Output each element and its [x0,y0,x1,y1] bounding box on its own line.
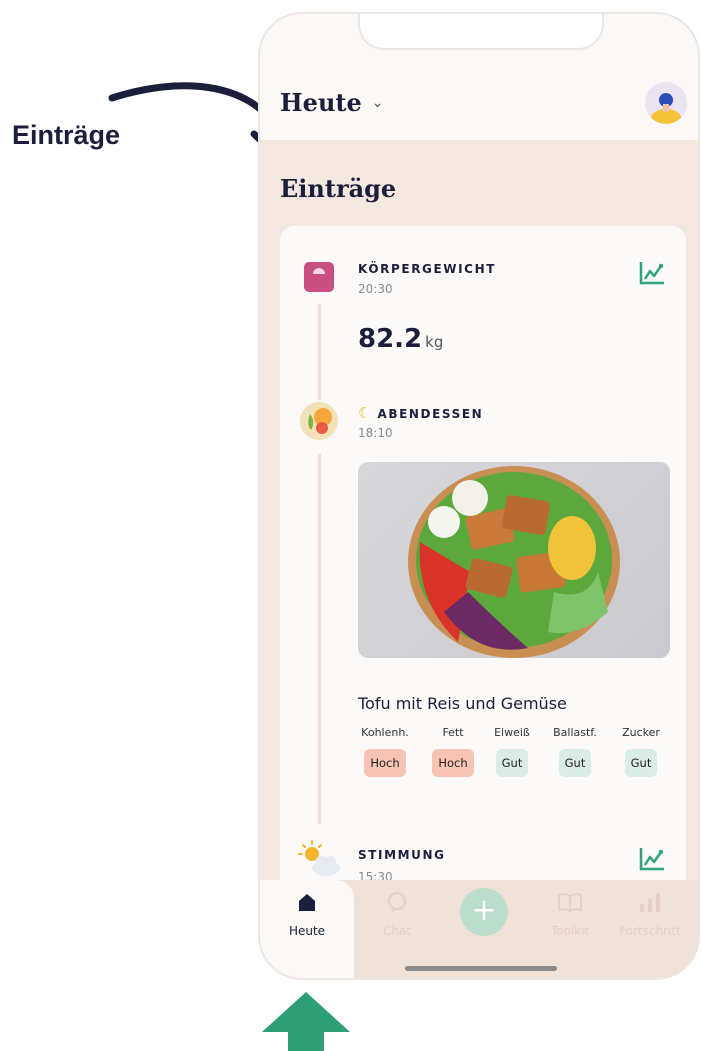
dinner-label-text: ABENDESSEN [377,407,484,421]
trend-chart-icon[interactable] [638,260,666,286]
header-title: Heute [280,88,362,117]
timeline-line [318,454,321,824]
home-indicator[interactable] [405,966,557,971]
bar-chart-icon [640,893,660,912]
book-icon [558,893,582,913]
phone-frame: Heute ⌄ Einträge KÖRPERGEWICHT 20:30 82.… [258,12,700,980]
nutrient-label: Kohlenh. [361,726,409,739]
nav-label: Heute [288,924,326,938]
nutrient-rating-badge: Gut [495,749,529,777]
section-title: Einträge [280,174,397,203]
arrow-up-icon [262,992,350,1051]
home-icon [299,894,315,911]
nav-item-chat[interactable]: Chat [357,890,437,938]
nutrient-label: Zucker [622,726,660,739]
sun-cloud-icon [298,840,340,876]
nutrient-label: Ballastf. [553,726,597,739]
nutrient-label: Eiweiß [494,726,530,739]
entry-time-weight: 20:30 [358,282,393,296]
entry-label-mood: STIMMUNG [358,848,446,862]
nav-item-toolkit[interactable]: Toolkit [530,890,610,938]
weight-number: 82.2 [358,324,423,354]
nav-label: Chat [382,924,412,938]
nutrient-rating-badge: Gut [558,749,592,777]
nav-item-fortschritt[interactable]: Fortschritt [610,890,690,938]
entries-card: KÖRPERGEWICHT 20:30 82.2 kg ☾ ABENDESSEN 1… [280,226,686,946]
timeline-line [318,304,321,400]
nutrient-sugar: Zucker Gut [608,726,674,777]
nutrient-rating-badge: Hoch [364,749,406,777]
add-entry-button[interactable]: + [460,888,508,936]
avatar[interactable] [645,82,687,124]
add-icon: + [471,893,497,928]
date-selector[interactable]: Heute ⌄ [280,88,383,117]
moon-icon: ☾ [358,404,372,422]
chat-icon [388,892,406,913]
entry-time-dinner: 18:10 [358,426,393,440]
nutrient-protein: Eiweiß Gut [479,726,545,777]
nav-label: Fortschritt [619,924,681,938]
entry-label-weight: KÖRPERGEWICHT [358,262,497,276]
nutrient-carbs: Kohlenh. Hoch [352,726,418,777]
weight-value: 82.2 kg [358,324,443,354]
bottom-nav: Heute Chat + Toolkit Fortschritt [260,880,698,978]
nutrient-rating-badge: Gut [624,749,658,777]
phone-notch [358,14,604,50]
entry-label-dinner: ☾ ABENDESSEN [358,404,483,422]
meal-name: Tofu mit Reis und Gemüse [358,694,567,713]
scale-icon [304,262,334,292]
meal-photo[interactable] [358,462,670,658]
nutrient-fiber: Ballastf. Gut [542,726,608,777]
weight-unit: kg [425,333,444,351]
nutrient-fat: Fett Hoch [420,726,486,777]
chevron-down-icon: ⌄ [371,94,384,111]
nav-item-heute[interactable]: Heute [267,890,347,938]
nav-label: Toolkit [550,924,590,938]
nutrient-label: Fett [442,726,464,739]
trend-chart-icon[interactable] [638,846,666,872]
plate-icon [300,402,338,440]
nutrient-rating-badge: Hoch [432,749,474,777]
